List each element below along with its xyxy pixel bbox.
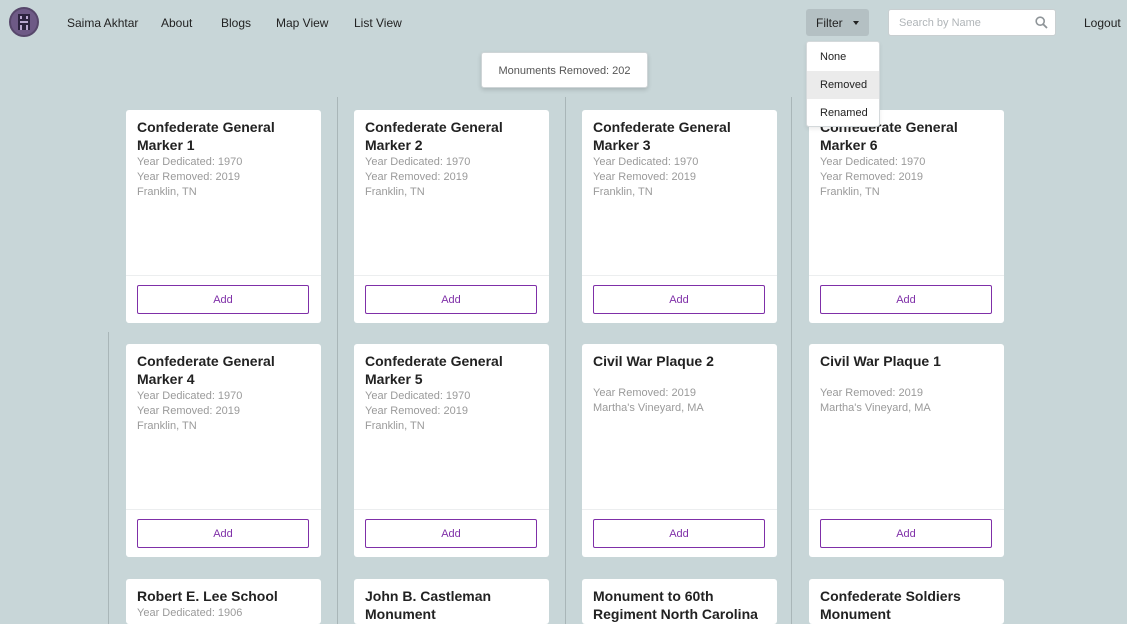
filter-dropdown-menu: None Removed Renamed [806,41,880,127]
card-location: Franklin, TN [593,186,653,198]
card-title: Confederate General Marker 1 [137,119,275,153]
card-divider [354,275,549,276]
add-button[interactable]: Add [137,285,309,314]
monument-card: Robert E. Lee School Year Dedicated: 190… [126,579,321,624]
monuments-removed-counter: Monuments Removed: 202 [481,52,648,88]
nav-about-link[interactable]: About [161,16,192,30]
card-divider [809,509,1004,510]
card-title: Robert E. Lee School [137,588,278,604]
monument-card: Monument to 60th Regiment North Carolina [582,579,777,624]
card-year-removed: Year Removed: 2019 [365,171,468,183]
card-divider [582,509,777,510]
card-year-dedicated: Year Dedicated: 1970 [820,156,926,168]
card-title: Confederate Soldiers Monument [820,588,961,622]
nav-blogs-link[interactable]: Blogs [221,16,251,30]
column-divider [565,97,566,624]
filter-option-renamed[interactable]: Renamed [807,99,879,127]
monument-card: Confederate General Marker 5 Year Dedica… [354,344,549,557]
card-location: Franklin, TN [820,186,880,198]
card-year-removed: Year Removed: 2019 [593,171,696,183]
card-title: Confederate General Marker 3 [593,119,731,153]
monument-card: Confederate General Marker 6 Year Dedica… [809,110,1004,323]
monument-logo-icon[interactable] [9,7,39,37]
add-button[interactable]: Add [820,285,992,314]
nav-list-view-link[interactable]: List View [354,16,402,30]
card-divider [354,509,549,510]
search-icon[interactable] [1035,16,1048,29]
nav-map-view-link[interactable]: Map View [276,16,328,30]
add-button[interactable]: Add [820,519,992,548]
column-divider [337,97,338,624]
card-location: Franklin, TN [137,186,197,198]
card-year-removed: Year Removed: 2019 [593,387,696,399]
card-divider [582,275,777,276]
card-title: John B. Castleman Monument [365,588,492,622]
filter-option-none[interactable]: None [807,43,879,71]
search-box [888,9,1056,36]
card-year-removed: Year Removed: 2019 [137,405,240,417]
card-divider [809,275,1004,276]
card-year-dedicated: Year Dedicated: 1970 [365,390,471,402]
card-divider [126,275,321,276]
add-button[interactable]: Add [365,285,537,314]
logout-link[interactable]: Logout [1084,16,1121,30]
monument-card: Confederate General Marker 1 Year Dedica… [126,110,321,323]
search-input[interactable] [889,10,1029,35]
card-year-removed: Year Removed: 2019 [137,171,240,183]
add-button[interactable]: Add [593,285,765,314]
card-year-dedicated: Year Dedicated: 1970 [593,156,699,168]
card-location: Martha's Vineyard, MA [593,402,704,414]
card-location: Franklin, TN [365,420,425,432]
card-year-removed: Year Removed: 2019 [820,387,923,399]
card-title: Confederate General Marker 4 [137,353,275,387]
card-year-removed: Year Removed: 2019 [820,171,923,183]
card-location: Franklin, TN [137,420,197,432]
card-title: Civil War Plaque 1 [820,353,941,369]
card-location: Franklin, TN [365,186,425,198]
card-title: Confederate General Marker 2 [365,119,503,153]
column-divider [108,332,109,624]
monument-card: Confederate General Marker 3 Year Dedica… [582,110,777,323]
card-year-dedicated: Year Dedicated: 1970 [365,156,471,168]
monument-card: Civil War Plaque 1 Year Removed: 2019 Ma… [809,344,1004,557]
filter-label: Filter [816,16,843,30]
caret-down-icon [853,21,859,25]
monument-card: Confederate General Marker 2 Year Dedica… [354,110,549,323]
card-year-dedicated: Year Dedicated: 1970 [137,390,243,402]
card-location: Martha's Vineyard, MA [820,402,931,414]
monument-card: Civil War Plaque 2 Year Removed: 2019 Ma… [582,344,777,557]
add-button[interactable]: Add [365,519,537,548]
card-year-dedicated: Year Dedicated: 1906 [137,607,243,619]
monument-card: Confederate Soldiers Monument [809,579,1004,624]
card-title: Civil War Plaque 2 [593,353,714,369]
card-title: Monument to 60th Regiment North Carolina [593,588,758,622]
card-year-removed: Year Removed: 2019 [365,405,468,417]
filter-option-removed[interactable]: Removed [807,71,879,99]
card-title: Confederate General Marker 5 [365,353,503,387]
nav-user-name[interactable]: Saima Akhtar [67,16,138,30]
add-button[interactable]: Add [593,519,765,548]
card-year-dedicated: Year Dedicated: 1970 [137,156,243,168]
monument-card: Confederate General Marker 4 Year Dedica… [126,344,321,557]
filter-dropdown-button[interactable]: Filter [806,9,869,36]
column-divider [791,97,792,624]
add-button[interactable]: Add [137,519,309,548]
monument-card: John B. Castleman Monument [354,579,549,624]
navbar: Saima Akhtar About Blogs Map View List V… [0,0,1127,46]
card-divider [126,509,321,510]
